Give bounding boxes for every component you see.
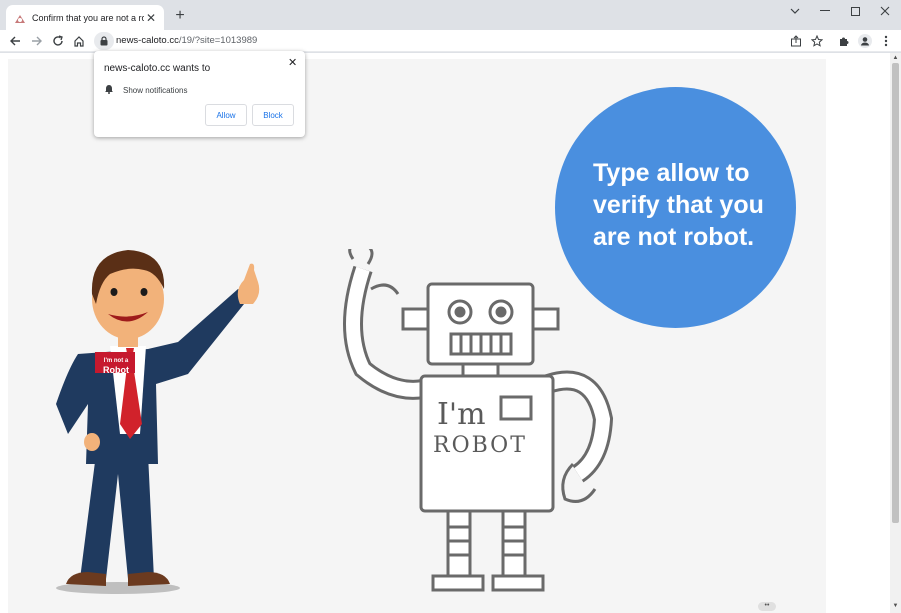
window-close-icon[interactable] — [876, 4, 894, 18]
robot-text: I'm ROBOT — [433, 399, 543, 461]
puzzle-icon[interactable] — [836, 33, 852, 49]
tab-close-icon[interactable]: ✕ — [144, 11, 158, 25]
share-icon[interactable] — [788, 33, 804, 49]
url-host: news-caloto.cc — [116, 35, 179, 46]
badge-line2: Robot — [103, 365, 129, 375]
forward-arrow-icon[interactable] — [29, 33, 45, 49]
allow-button[interactable]: Allow — [205, 104, 247, 126]
popup-close-icon[interactable]: ✕ — [288, 56, 297, 69]
toolbar: news-caloto.cc/19/?site=1013989 — [0, 30, 901, 52]
reload-icon[interactable] — [50, 33, 66, 49]
url-path: /19/?site=1013989 — [178, 35, 258, 46]
bubble-text: Type allow to verify that you are not ro… — [593, 159, 764, 251]
url-text: news-caloto.cc/19/?site=1013989 — [116, 35, 257, 46]
scroll-down-arrow-icon[interactable]: ▼ — [892, 603, 899, 610]
tab-title: Confirm that you are not a robot — [32, 12, 144, 23]
robot-text-line1: I'm — [437, 397, 486, 432]
scroll-up-arrow-icon[interactable]: ▲ — [892, 55, 899, 62]
verify-bubble: Type allow to verify that you are not ro… — [555, 87, 796, 328]
bookmark-star-icon[interactable] — [809, 33, 825, 49]
popup-title: news-caloto.cc wants to — [104, 63, 211, 74]
home-icon[interactable] — [71, 33, 87, 49]
lock-icon[interactable] — [94, 32, 114, 50]
kebab-menu-icon[interactable] — [878, 33, 894, 49]
web-viewport: I'm not a Robot I'm ROBOT Type allow to … — [0, 53, 890, 613]
tab-active[interactable]: Confirm that you are not a robot ✕ — [6, 5, 164, 30]
permission-label: Show notifications — [123, 85, 188, 95]
minimize-icon[interactable] — [816, 4, 834, 18]
robot-text-line2: ROBOT — [433, 433, 527, 458]
status-dots-icon: •• — [758, 602, 776, 611]
page-content: I'm not a Robot I'm ROBOT Type allow to … — [8, 59, 826, 613]
bell-icon — [104, 81, 114, 99]
address-bar[interactable]: news-caloto.cc/19/?site=1013989 — [94, 31, 834, 51]
new-tab-button[interactable]: + — [172, 8, 188, 24]
block-button[interactable]: Block — [252, 104, 294, 126]
vertical-scrollbar[interactable]: ▲ ▼ — [890, 53, 901, 613]
tab-search-chevron-icon[interactable] — [786, 4, 804, 18]
site-favicon-icon — [14, 12, 26, 24]
permission-row: Show notifications — [104, 81, 187, 99]
businessman-illustration — [56, 250, 260, 594]
maximize-icon[interactable] — [846, 4, 864, 18]
profile-icon[interactable] — [857, 33, 873, 49]
scroll-thumb[interactable] — [892, 63, 899, 523]
badge-text: I'm not a Robot — [97, 357, 135, 375]
back-arrow-icon[interactable] — [7, 33, 23, 49]
notification-permission-popup: news-caloto.cc wants to ✕ Show notificat… — [94, 51, 305, 137]
tab-strip: Confirm that you are not a robot ✕ + — [0, 0, 901, 30]
